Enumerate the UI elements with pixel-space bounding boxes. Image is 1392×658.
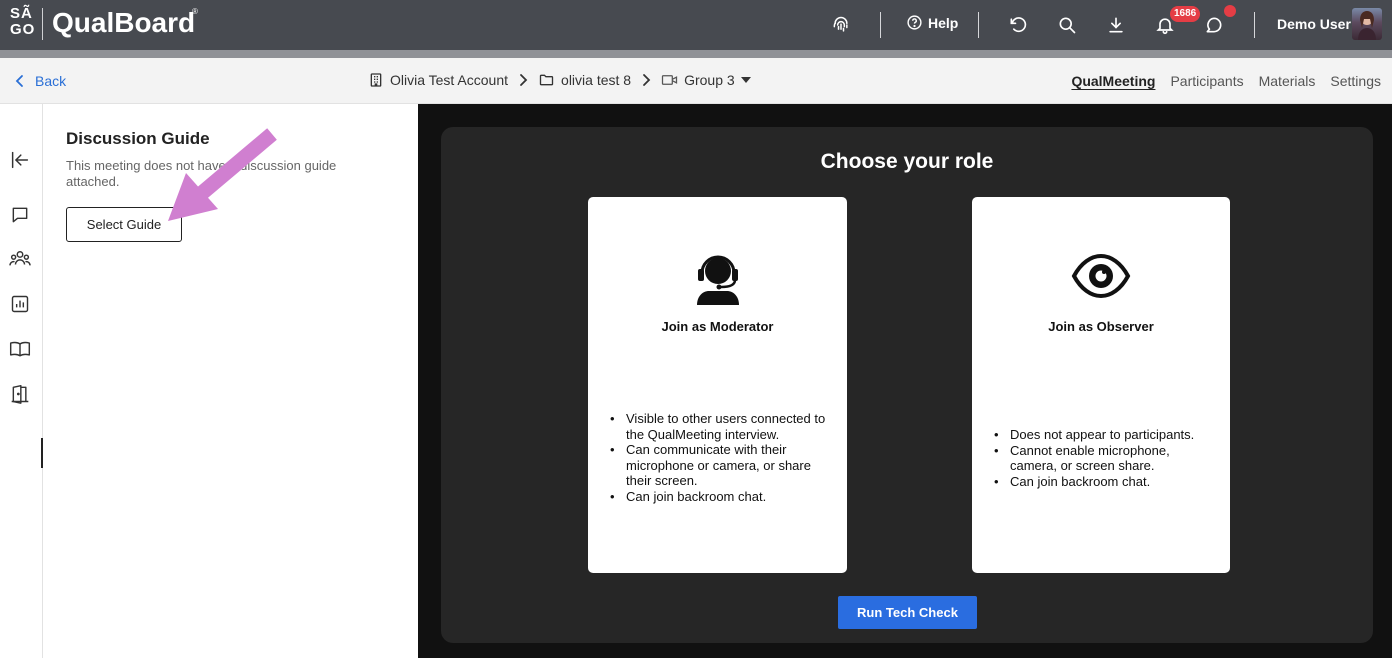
topbar-accent-strip — [0, 50, 1392, 58]
help-label: Help — [928, 14, 959, 31]
download-icon[interactable] — [1103, 12, 1129, 38]
chat-unread-dot — [1224, 5, 1236, 17]
chat-icon[interactable] — [9, 204, 31, 226]
breadcrumb: Olivia Test Account olivia test 8 Group … — [368, 72, 751, 88]
notification-badge: 1686 — [1170, 6, 1201, 22]
help-button[interactable]: Help — [906, 14, 958, 31]
discussion-guide-title: Discussion Guide — [66, 129, 210, 148]
avatar[interactable] — [1352, 8, 1382, 40]
topbar-divider — [1254, 12, 1255, 38]
help-icon — [907, 15, 922, 30]
tab-settings[interactable]: Settings — [1330, 73, 1381, 89]
building-icon — [370, 73, 382, 87]
eye-icon — [972, 251, 1230, 301]
topbar-divider — [978, 12, 979, 38]
list-item: Cannot enable microphone, camera, or scr… — [994, 443, 1220, 474]
tab-participants[interactable]: Participants — [1170, 73, 1243, 89]
registered-mark: ® — [192, 7, 198, 16]
headset-user-icon — [588, 251, 847, 305]
chevron-right-icon — [518, 73, 528, 87]
meeting-nav-tabs: QualMeeting Participants Materials Setti… — [1071, 73, 1381, 89]
chart-icon[interactable] — [9, 293, 31, 315]
topbar-divider — [880, 12, 881, 38]
book-icon[interactable] — [9, 338, 31, 360]
discussion-guide-panel: Discussion Guide This meeting does not h… — [43, 104, 418, 658]
sago-logo-line1: SÃ — [10, 5, 33, 22]
observer-bullets: Does not appear to participants. Cannot … — [994, 427, 1220, 490]
chat-icon[interactable] — [1201, 12, 1227, 38]
moderator-title: Join as Moderator — [661, 319, 774, 334]
list-item: Can join backroom chat. — [610, 489, 836, 505]
back-label: Back — [35, 73, 67, 89]
video-icon — [661, 75, 678, 85]
people-icon[interactable] — [9, 248, 31, 270]
breadcrumb-account-label: Olivia Test Account — [390, 72, 509, 88]
breadcrumb-group[interactable]: Group 3 — [661, 72, 751, 88]
collapse-icon[interactable] — [9, 149, 31, 171]
moderator-card[interactable]: Join as Moderator Visible to other users… — [588, 197, 847, 573]
sago-logo-line2: GO — [10, 21, 36, 38]
list-item: Can join backroom chat. — [994, 474, 1220, 490]
folder-icon — [539, 74, 554, 86]
caret-down-icon — [740, 77, 751, 83]
breadcrumb-project[interactable]: olivia test 8 — [538, 72, 631, 88]
moderator-bullets: Visible to other users connected to the … — [610, 411, 836, 505]
qualboard-logo[interactable]: QualBoard — [52, 6, 195, 40]
user-name[interactable]: Demo User — [1277, 16, 1351, 32]
sub-header: Back Olivia Test Account olivia test 8 G… — [0, 58, 1392, 104]
observer-title: Join as Observer — [1048, 319, 1154, 334]
breadcrumb-project-label: olivia test 8 — [561, 72, 632, 88]
chevron-left-icon — [15, 75, 23, 87]
top-bar: SÃ GO QualBoard ® Help 1686 Demo User — [0, 0, 1392, 50]
fingerprint-icon[interactable] — [828, 12, 854, 38]
search-icon[interactable] — [1054, 12, 1080, 38]
meeting-stage: Choose your role Join as Moderator Visib… — [418, 104, 1392, 658]
sago-logo[interactable]: SÃ GO — [10, 6, 34, 38]
run-tech-check-button[interactable]: Run Tech Check — [838, 596, 977, 629]
chevron-right-icon — [641, 73, 651, 87]
observer-card[interactable]: Join as Observer Does not appear to part… — [972, 197, 1230, 573]
undo-icon[interactable] — [1005, 12, 1031, 38]
discussion-guide-description: This meeting does not have a discussion … — [66, 158, 337, 189]
role-chooser-title: Choose your role — [820, 150, 994, 173]
select-guide-button[interactable]: Select Guide — [66, 207, 182, 242]
breadcrumb-account[interactable]: Olivia Test Account — [368, 72, 508, 88]
list-item: Does not appear to participants. — [994, 427, 1220, 443]
left-rail — [0, 104, 43, 658]
role-chooser-panel: Choose your role Join as Moderator Visib… — [441, 127, 1373, 643]
list-item: Visible to other users connected to the … — [610, 411, 836, 442]
list-item: Can communicate with their microphone or… — [610, 442, 836, 489]
door-icon[interactable] — [9, 383, 31, 405]
logo-divider — [42, 8, 43, 40]
breadcrumb-group-label: Group 3 — [684, 72, 735, 88]
tab-qualmeeting[interactable]: QualMeeting — [1071, 73, 1155, 89]
back-button[interactable]: Back — [14, 73, 66, 89]
tab-materials[interactable]: Materials — [1259, 73, 1316, 89]
